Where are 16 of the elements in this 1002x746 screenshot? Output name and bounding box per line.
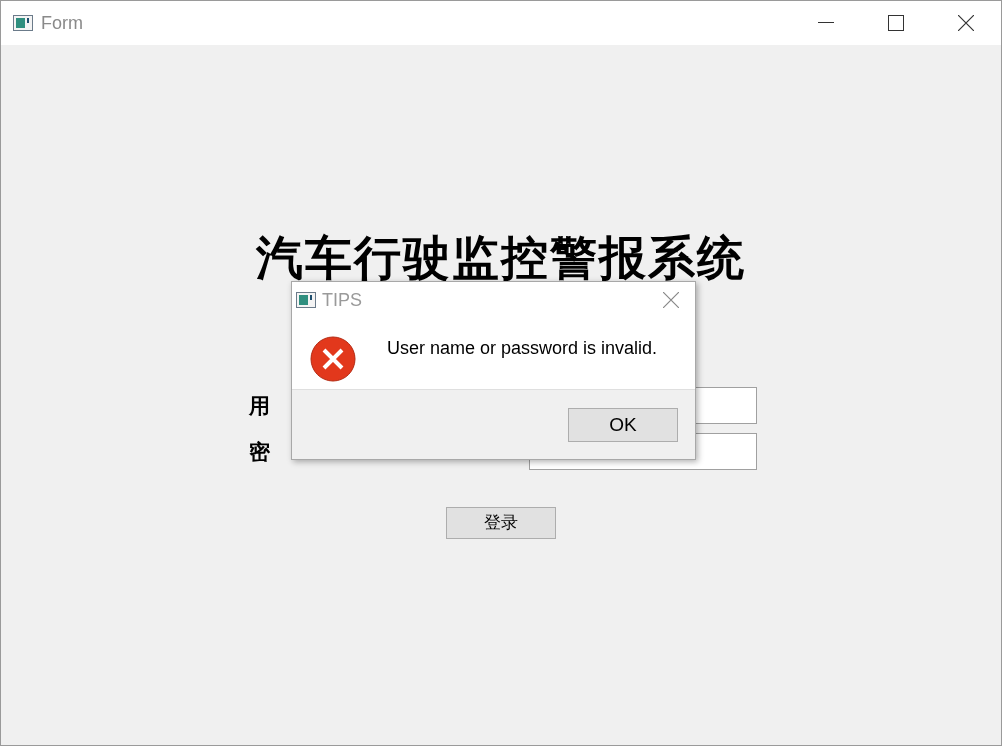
minimize-icon <box>818 22 834 24</box>
login-button[interactable]: 登录 <box>446 507 556 539</box>
dialog-message: User name or password is invalid. <box>387 337 658 360</box>
dialog-close-button[interactable] <box>661 290 681 310</box>
close-icon <box>958 15 974 31</box>
window-title: Form <box>41 11 83 35</box>
maximize-icon <box>888 15 904 31</box>
ok-button[interactable]: OK <box>568 408 678 442</box>
app-heading: 汽车行驶监控警报系统 <box>256 233 746 283</box>
window-icon <box>296 292 316 308</box>
window-icon <box>13 15 33 31</box>
error-icon <box>310 336 356 382</box>
field-label: 密 <box>249 438 270 465</box>
field-label: 用 <box>249 392 270 419</box>
dialog-title: TIPS <box>322 288 362 312</box>
close-icon <box>663 292 679 308</box>
